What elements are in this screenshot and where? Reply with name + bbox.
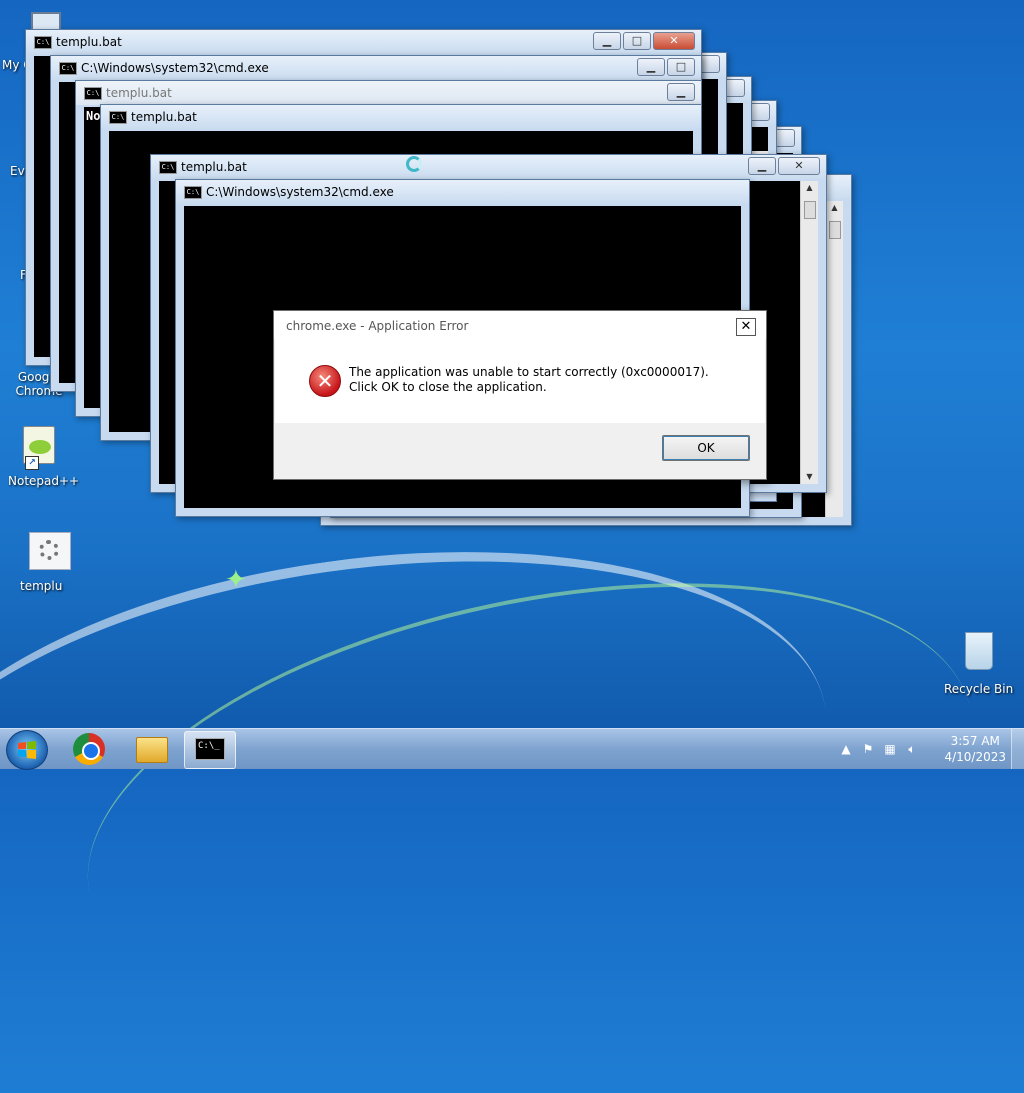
window-title: C:\Windows\system32\cmd.exe xyxy=(81,61,269,75)
shortcut-arrow-icon: ↗ xyxy=(25,456,39,470)
close-button[interactable]: ✕ xyxy=(653,32,695,50)
desktop-icon-label: Recycle Bin xyxy=(944,682,1014,696)
taskbar: C:\_ ▲ ⚑ ▦ 🔈︎ 3:57 AM 4/10/2023 xyxy=(0,728,1024,770)
system-tray: ▲ ⚑ ▦ 🔈︎ 3:57 AM 4/10/2023 xyxy=(834,729,1024,769)
window-title: templu.bat xyxy=(56,35,122,49)
minimize-button[interactable]: ▁ xyxy=(748,157,776,175)
volume-muted-icon[interactable]: 🔈︎ xyxy=(904,741,920,757)
recycle-bin-icon xyxy=(953,630,997,670)
cmd-icon: C:\ xyxy=(109,111,127,124)
dialog-close-button[interactable]: ✕ xyxy=(736,318,756,336)
window-title: templu.bat xyxy=(106,86,172,100)
taskbar-explorer[interactable] xyxy=(126,731,176,767)
desktop-icon-recycle-bin[interactable]: Recycle Bin xyxy=(938,630,1013,696)
close-button[interactable]: ✕ xyxy=(778,157,820,175)
show-desktop-button[interactable] xyxy=(1011,729,1024,769)
minimize-button[interactable]: ▁ xyxy=(593,32,621,50)
dialog-title: chrome.exe - Application Error xyxy=(286,319,469,333)
taskbar-cmd[interactable]: C:\_ xyxy=(184,731,236,769)
window-title: C:\Windows\system32\cmd.exe xyxy=(206,185,394,199)
maximize-button[interactable]: □ xyxy=(667,58,695,76)
cmd-icon: C:\ xyxy=(59,62,77,75)
show-hidden-icons-icon[interactable]: ▲ xyxy=(838,741,854,757)
desktop-icon-label: templu xyxy=(20,579,63,593)
cmd-icon: C:\ xyxy=(84,87,102,100)
taskbar-chrome[interactable] xyxy=(64,731,114,767)
cmd-icon: C:\ xyxy=(184,186,202,199)
chrome-icon xyxy=(73,733,105,765)
desktop-icon-templu[interactable]: templu xyxy=(2,532,76,593)
clock-time: 3:57 AM xyxy=(950,734,1000,748)
start-button[interactable] xyxy=(6,730,48,770)
clock[interactable]: 3:57 AM 4/10/2023 xyxy=(944,733,1006,765)
cmd-icon: C:\ xyxy=(34,36,52,49)
busy-cursor-icon xyxy=(406,156,422,172)
folder-icon xyxy=(136,737,168,763)
cmd-icon: C:\ xyxy=(159,161,177,174)
wallpaper-logo: ✦ xyxy=(225,565,247,595)
ok-button[interactable]: OK xyxy=(662,435,750,461)
gear-icon xyxy=(17,532,71,572)
cmd-icon: C:\_ xyxy=(195,738,225,760)
window-title: templu.bat xyxy=(181,160,247,174)
application-error-dialog[interactable]: chrome.exe - Application Error ✕ ✕ The a… xyxy=(273,310,767,480)
network-icon[interactable]: ▦ xyxy=(882,741,898,757)
error-message: The application was unable to start corr… xyxy=(349,365,709,394)
desktop-icon-notepadpp[interactable]: ↗ Notepad++ xyxy=(2,426,79,488)
minimize-button[interactable]: ▁ xyxy=(667,83,695,101)
maximize-button[interactable]: □ xyxy=(623,32,651,50)
desktop-icon-label: Notepad++ xyxy=(8,474,80,488)
window-title: templu.bat xyxy=(131,110,197,124)
action-center-icon[interactable]: ⚑ xyxy=(860,741,876,757)
clock-date: 4/10/2023 xyxy=(944,750,1006,764)
minimize-button[interactable]: ▁ xyxy=(637,58,665,76)
windows-start-icon xyxy=(18,741,36,759)
error-icon: ✕ xyxy=(309,365,341,397)
notepadpp-icon: ↗ xyxy=(17,426,61,470)
console-output: No xyxy=(86,109,101,123)
